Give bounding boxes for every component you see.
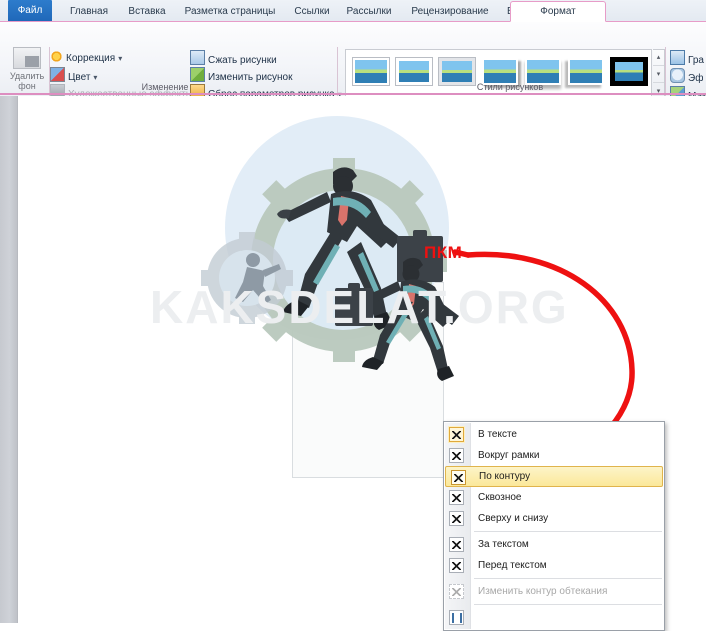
color-icon	[50, 67, 65, 82]
contextual-tab-band-bottom	[0, 93, 706, 95]
gallery-scroll-down-icon[interactable]: ▾	[653, 67, 664, 83]
picture-style-drop-shadow[interactable]	[482, 58, 518, 85]
menu-item-through-label: Сквозное	[478, 492, 522, 503]
menu-item-top-and-bottom[interactable]: Сверху и снизу	[444, 508, 664, 529]
command-color[interactable]: Цвет ▾	[50, 67, 97, 83]
menu-separator-3	[474, 604, 662, 605]
tab-file[interactable]: Файл	[8, 0, 52, 22]
command-corrections-label: Коррекция	[66, 53, 116, 64]
picture-style-perspective-left[interactable]	[568, 58, 604, 85]
picture-style-simple-frame-white[interactable]	[352, 57, 390, 86]
tab-mailings[interactable]: Рассылки	[340, 2, 398, 22]
menu-separator-1	[474, 531, 662, 532]
command-compress-pictures[interactable]: Сжать рисунки	[190, 50, 277, 66]
command-change-picture[interactable]: Изменить рисунок	[190, 67, 293, 83]
tab-review[interactable]: Рецензирование	[403, 2, 497, 22]
tab-page-layout[interactable]: Разметка страницы	[178, 2, 282, 22]
wrap-behind-icon	[449, 537, 464, 552]
remove-background-icon	[13, 47, 41, 69]
menu-item-in-front-of-text[interactable]: Перед текстом	[444, 555, 664, 576]
picture-border-icon	[670, 50, 685, 65]
ribbon: Файл Главная Вставка Разметка страницы С…	[0, 0, 706, 105]
group-label-adjust: Изменение	[141, 82, 189, 92]
picture-style-reflected-rounded[interactable]	[525, 58, 561, 85]
command-picture-effects[interactable]: Эф	[670, 68, 703, 84]
command-compress-pictures-label: Сжать рисунки	[208, 55, 277, 66]
command-picture-border[interactable]: Гра	[670, 50, 704, 66]
corrections-caret-icon[interactable]: ▾	[118, 51, 122, 66]
picture-effects-icon	[670, 68, 685, 83]
remove-background-label-line2: фон	[18, 81, 36, 91]
picture-style-metal-frame[interactable]	[438, 57, 476, 86]
tab-home[interactable]: Главная	[62, 2, 116, 22]
menu-item-edit-wrap-points-label: Изменить контур обтекания	[478, 586, 608, 597]
menu-item-top-and-bottom-label: Сверху и снизу	[478, 513, 549, 524]
ribbon-body: Удалить фон Коррекция▾ Цвет▾ Художествен…	[0, 22, 706, 105]
text-wrapping-context-menu[interactable]: В тексте Вокруг рамки По контуру Сквозно…	[443, 421, 665, 631]
menu-item-behind-text-label: За текстом	[478, 539, 529, 550]
picture-style-beveled-matte[interactable]	[395, 57, 433, 86]
menu-separator-2	[474, 578, 662, 579]
menu-item-tight-label: По контуру	[479, 471, 531, 482]
menu-item-tight[interactable]: По контуру	[445, 466, 663, 487]
left-margin-edge	[17, 96, 18, 623]
remove-background-button[interactable]: Удалить фон	[5, 46, 49, 100]
tab-insert[interactable]: Вставка	[121, 2, 173, 22]
corrections-icon	[50, 50, 63, 63]
command-picture-effects-label: Эф	[688, 73, 704, 84]
right-click-annotation-label: ПКМ	[424, 243, 463, 262]
wrap-inline-icon	[449, 427, 464, 442]
tab-format[interactable]: Формат	[510, 1, 606, 22]
change-picture-icon	[190, 67, 205, 82]
edit-wrap-points-icon	[449, 584, 464, 599]
menu-item-square[interactable]: Вокруг рамки	[444, 445, 664, 466]
remove-background-label-line1: Удалить	[9, 71, 45, 81]
command-picture-border-label: Гра	[688, 55, 704, 66]
menu-item-through[interactable]: Сквозное	[444, 487, 664, 508]
menu-item-more-layout-options[interactable]	[444, 607, 664, 628]
menu-item-behind-text[interactable]: За текстом	[444, 534, 664, 555]
wrap-tight-icon	[451, 470, 466, 485]
wrap-front-icon	[449, 558, 464, 573]
wrap-topbottom-icon	[449, 511, 464, 526]
menu-item-edit-wrap-points: Изменить контур обтекания	[444, 581, 664, 602]
menu-item-in-front-of-text-label: Перед текстом	[478, 560, 547, 571]
group-label-picture-styles: Стили рисунков	[476, 82, 544, 92]
wrap-square-icon	[449, 448, 464, 463]
left-margin-gutter	[0, 96, 17, 623]
gallery-scroll-up-icon[interactable]: ▴	[653, 50, 664, 66]
command-corrections[interactable]: Коррекция ▾	[50, 50, 122, 65]
site-watermark: KAKSDELAT.ORG	[150, 281, 569, 333]
tab-references[interactable]: Ссылки	[288, 2, 336, 22]
menu-item-in-line-with-text[interactable]: В тексте	[444, 424, 664, 445]
businessmen-running-gear-clipart[interactable]	[185, 110, 525, 390]
menu-item-in-line-with-text-label: В тексте	[478, 429, 517, 440]
compress-pictures-icon	[190, 50, 205, 65]
picture-style-black-thick-frame[interactable]	[610, 57, 648, 86]
wrap-through-icon	[449, 490, 464, 505]
menu-item-square-label: Вокруг рамки	[478, 450, 540, 461]
